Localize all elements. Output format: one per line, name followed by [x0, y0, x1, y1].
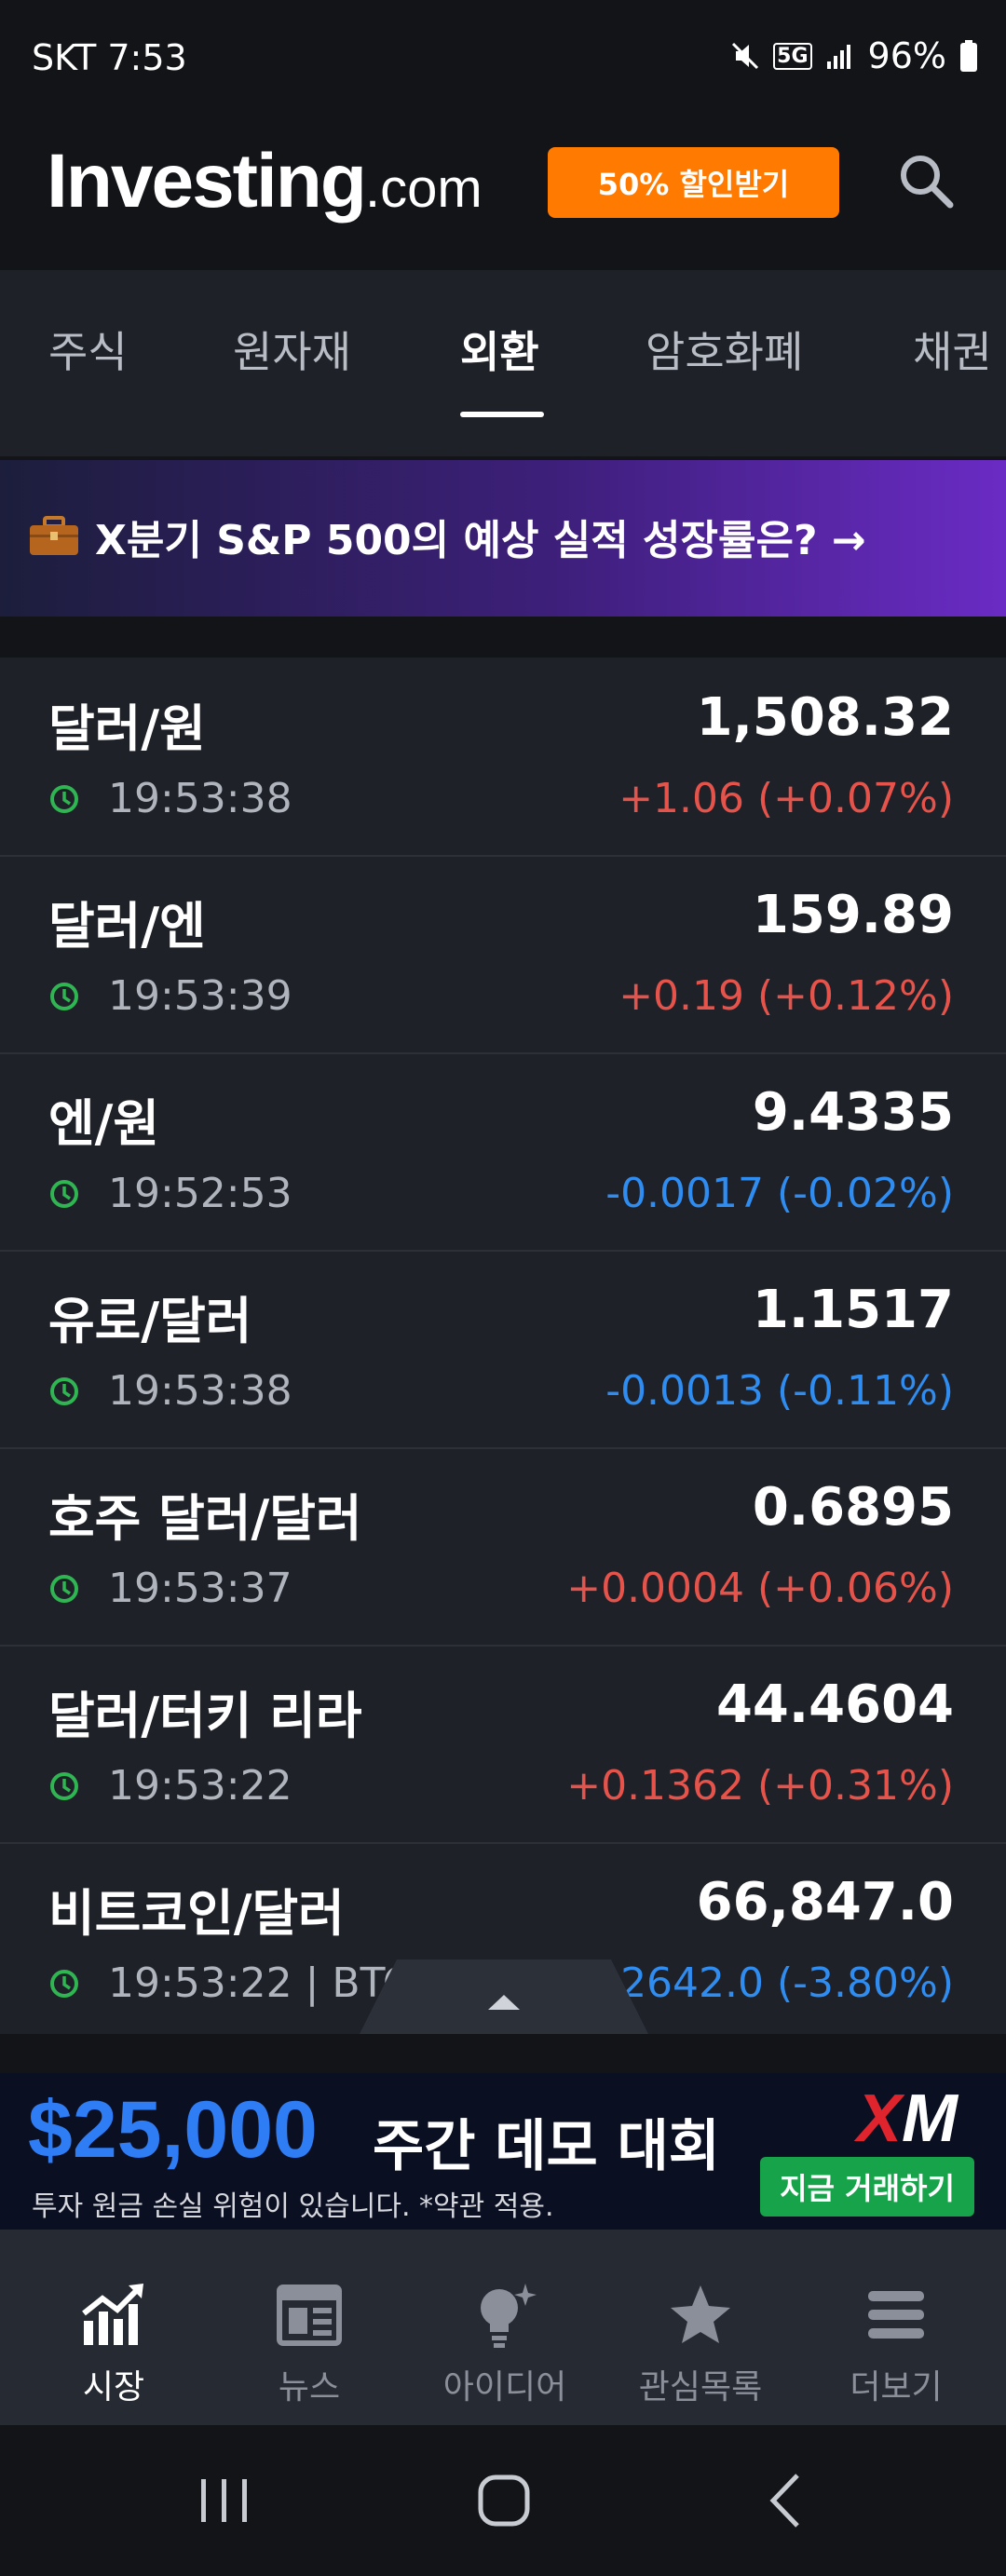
- quote-time: 19:52:53: [108, 1170, 292, 1217]
- forex-quote-list: 달러/원 1,508.32 19:53:38 +1.06 (+0.07%) 달러…: [0, 658, 1006, 2034]
- ad-amount: $25,000: [28, 2085, 318, 2175]
- quote-price: 44.4604: [715, 1674, 954, 1735]
- quote-time: 19:53:38: [108, 775, 292, 822]
- quote-price: 9.4335: [752, 1082, 954, 1143]
- quote-row[interactable]: 엔/원 9.4335 19:52:53 -0.0017 (-0.02%): [0, 1052, 1006, 1252]
- nav-more[interactable]: 더보기: [795, 2230, 997, 2425]
- quote-change: -0.0017 (-0.02%): [605, 1170, 954, 1217]
- quote-change: -0.0013 (-0.11%): [605, 1367, 954, 1415]
- quote-name: 달러/엔: [48, 897, 206, 956]
- signal-icon: [826, 45, 850, 69]
- battery-icon: [960, 40, 977, 72]
- nav-label: 뉴스: [278, 2368, 341, 2407]
- quote-time: 19:53:22: [108, 1762, 292, 1810]
- quote-change: +1.06 (+0.07%): [619, 775, 954, 822]
- network-type: 5G: [773, 42, 812, 70]
- quote-price: 159.89: [752, 885, 954, 945]
- ad-brand-logo: XM: [857, 2081, 958, 2156]
- nav-label: 더보기: [850, 2368, 943, 2407]
- quote-name: 비트코인/달러: [48, 1884, 345, 1943]
- investing-logo[interactable]: Investing.com: [47, 138, 483, 225]
- menu-icon: [868, 2291, 924, 2339]
- quote-row[interactable]: 달러/원 1,508.32 19:53:38 +1.06 (+0.07%): [0, 658, 1006, 857]
- back-icon[interactable]: [745, 2459, 829, 2542]
- clock-icon: [50, 784, 78, 813]
- logo-suffix: .com: [364, 158, 483, 219]
- promo-banner[interactable]: X분기 S&P 500의 예상 실적 성장률은? →: [0, 460, 1006, 617]
- category-tabs: 주식 원자재 외환 암호화폐 채권: [0, 270, 1006, 456]
- quote-name: 달러/원: [48, 699, 206, 758]
- quote-name: 유로/달러: [48, 1292, 252, 1350]
- quote-row[interactable]: 달러/터키 리라 44.4604 19:53:22 +0.1362 (+0.31…: [0, 1645, 1006, 1844]
- star-icon: [671, 2285, 730, 2343]
- battery-percent: 96%: [867, 35, 946, 76]
- tab-crypto[interactable]: 암호화폐: [646, 319, 803, 380]
- tab-stocks[interactable]: 주식: [48, 319, 128, 380]
- quote-row[interactable]: 호주 달러/달러 0.6895 19:53:37 +0.0004 (+0.06%…: [0, 1447, 1006, 1647]
- clock-icon: [50, 982, 78, 1010]
- bottom-navigation: 시장 뉴스 아이디어 관심목록 더보기: [0, 2230, 1006, 2425]
- banner-text: X분기 S&P 500의 예상 실적 성장률은? →: [95, 517, 866, 564]
- nav-news[interactable]: 뉴스: [209, 2230, 410, 2425]
- logo-main: Investing: [47, 139, 367, 224]
- quote-price: 1,508.32: [696, 687, 954, 748]
- quote-change: -2642.0 (-3.80%): [605, 1959, 954, 2007]
- tab-forex[interactable]: 외환: [460, 319, 539, 380]
- quote-change: +0.0004 (+0.06%): [566, 1565, 954, 1612]
- quote-change: +0.19 (+0.12%): [619, 972, 954, 1020]
- quote-change: +0.1362 (+0.31%): [566, 1762, 954, 1810]
- quote-time: 19:53:39: [108, 972, 292, 1020]
- news-icon: [277, 2285, 342, 2346]
- home-icon[interactable]: [462, 2459, 546, 2542]
- status-bar: SKT 7:53 5G 96%: [0, 0, 1006, 121]
- recent-apps-icon[interactable]: [183, 2459, 266, 2542]
- ad-title: 주간 데모 대회: [373, 2114, 720, 2179]
- clock-icon: [50, 1771, 78, 1800]
- chart-icon: [82, 2284, 143, 2345]
- search-icon[interactable]: [894, 149, 959, 214]
- nav-label: 시장: [82, 2368, 145, 2407]
- ad-banner[interactable]: $25,000 주간 데모 대회 투자 원금 손실 위험이 있습니다. *약관 …: [0, 2073, 1006, 2230]
- quote-time: 19:53:38: [108, 1367, 292, 1415]
- quote-price: 66,847.0: [696, 1872, 954, 1932]
- nav-watchlist[interactable]: 관심목록: [600, 2230, 801, 2425]
- quote-price: 1.1517: [752, 1280, 954, 1340]
- clock-icon: [50, 1574, 78, 1603]
- quote-name: 엔/원: [48, 1094, 160, 1153]
- clock-icon: [50, 1376, 78, 1405]
- quote-name: 달러/터키 리라: [48, 1687, 362, 1745]
- nav-label: 관심목록: [638, 2368, 763, 2407]
- app-header: Investing.com 50% 할인받기: [0, 121, 1006, 270]
- mute-icon: [732, 42, 759, 70]
- collapse-handle[interactable]: [360, 1959, 648, 2034]
- clock-icon: [50, 1969, 78, 1998]
- clock-icon: [50, 1179, 78, 1208]
- status-icons: 5G 96%: [730, 35, 978, 76]
- carrier-time: SKT 7:53: [32, 37, 187, 78]
- lightbulb-icon: [481, 2284, 537, 2348]
- ad-cta-button[interactable]: 지금 거래하기: [760, 2157, 974, 2217]
- discount-promo-button[interactable]: 50% 할인받기: [548, 147, 839, 218]
- nav-markets[interactable]: 시장: [13, 2230, 214, 2425]
- quote-row[interactable]: 유로/달러 1.1517 19:53:38 -0.0013 (-0.11%): [0, 1250, 1006, 1449]
- quote-time: 19:53:37: [108, 1565, 292, 1612]
- quote-row[interactable]: 달러/엔 159.89 19:53:39 +0.19 (+0.12%): [0, 855, 1006, 1054]
- quote-name: 호주 달러/달러: [48, 1489, 362, 1548]
- tab-bonds[interactable]: 채권: [913, 319, 992, 380]
- briefcase-icon: [30, 516, 78, 555]
- nav-ideas[interactable]: 아이디어: [404, 2230, 605, 2425]
- active-tab-indicator: [460, 412, 544, 417]
- tab-commodities[interactable]: 원자재: [233, 319, 351, 380]
- ad-disclaimer: 투자 원금 손실 위험이 있습니다. *약관 적용.: [32, 2190, 554, 2223]
- nav-label: 아이디어: [442, 2368, 567, 2407]
- system-navigation-bar: [0, 2425, 1006, 2576]
- quote-price: 0.6895: [752, 1477, 954, 1538]
